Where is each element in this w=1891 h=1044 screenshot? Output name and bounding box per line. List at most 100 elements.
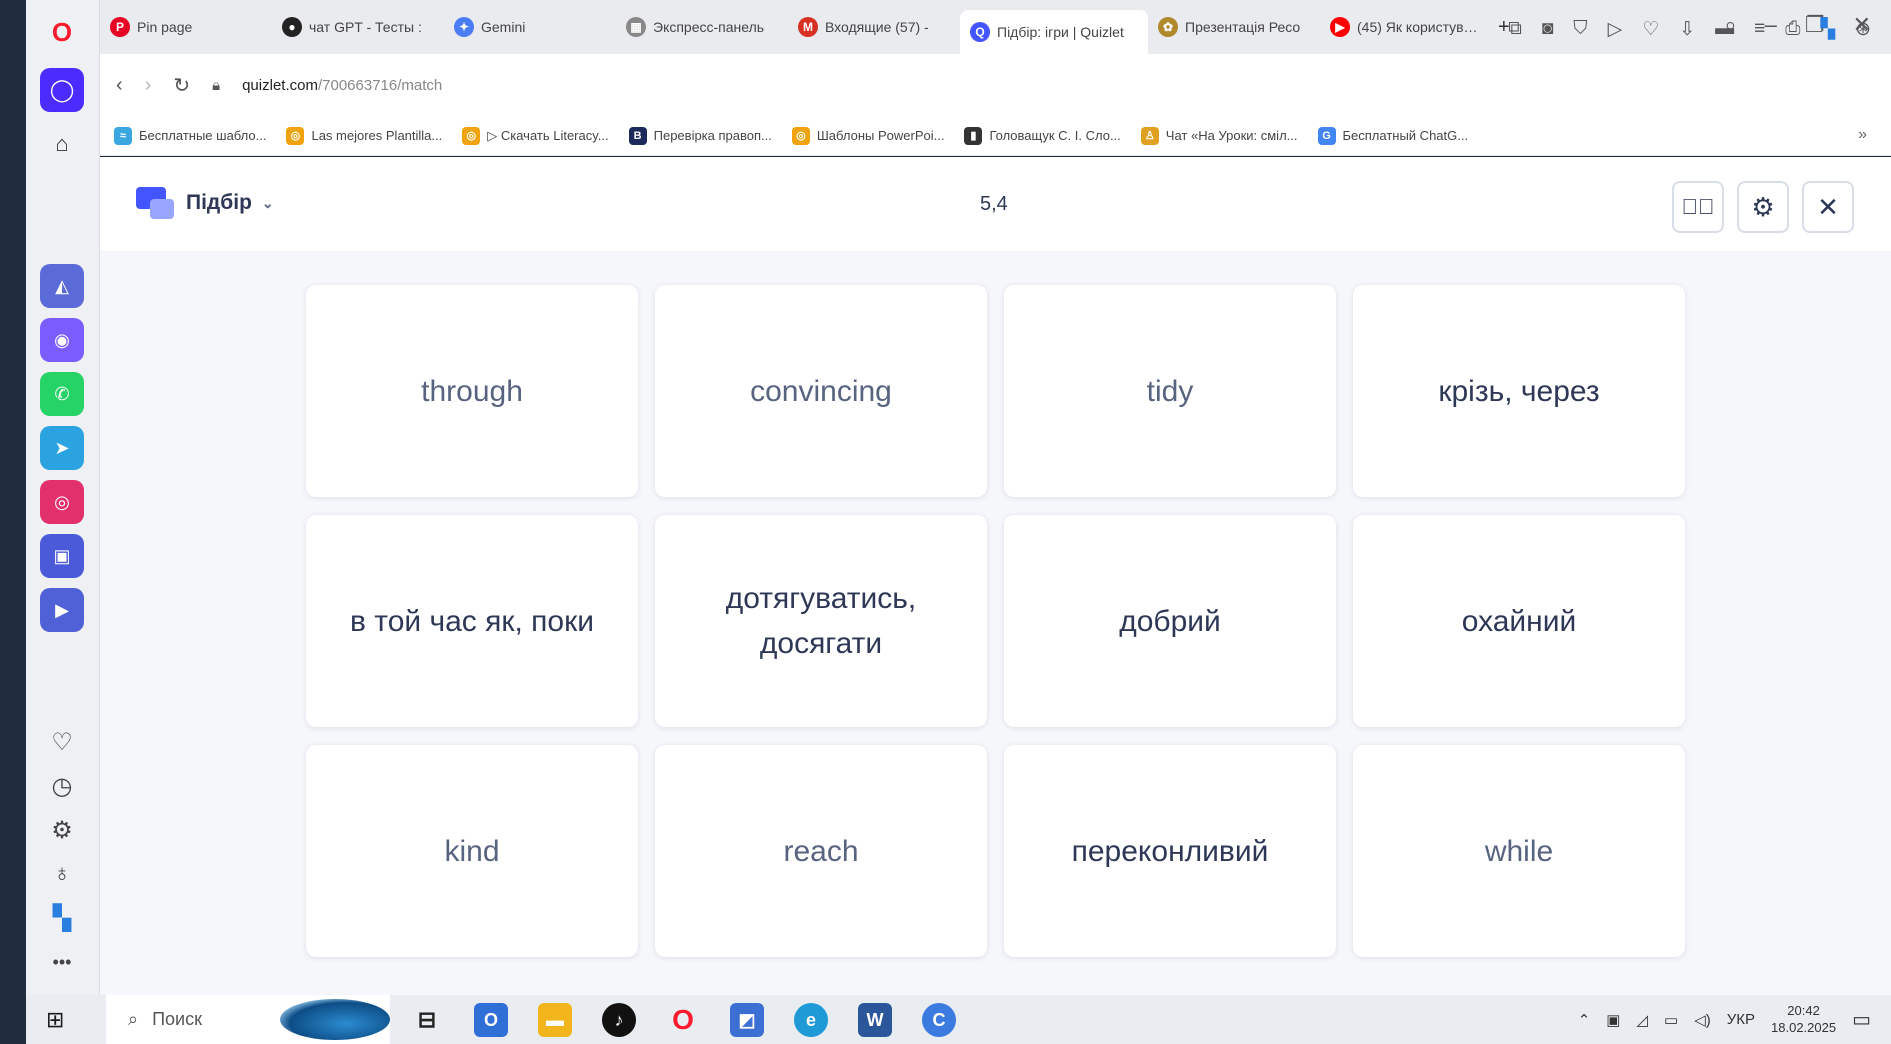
match-card[interactable]: в той час як, поки — [306, 515, 638, 727]
outlook-icon[interactable]: O — [474, 1003, 508, 1037]
match-card[interactable]: through — [306, 285, 638, 497]
match-card-text: convincing — [750, 374, 892, 408]
tab-label: Pin page — [137, 19, 193, 35]
bookmarks-more-icon[interactable]: » — [1858, 126, 1867, 144]
home-icon[interactable]: ⌂ — [40, 122, 84, 166]
instagram-icon[interactable]: ◎ — [40, 480, 84, 524]
snapshot-icon[interactable]: ⎙ — [1785, 18, 1800, 41]
player-icon[interactable]: ▶ — [40, 588, 84, 632]
share-icon[interactable]: ⧉ — [1508, 18, 1522, 41]
sound-off-icon: ✕⃠ — [1681, 194, 1715, 219]
file-explorer-icon[interactable]: ▬ — [538, 1003, 572, 1037]
match-card[interactable]: дотягуватись, досягати — [655, 515, 987, 727]
reload-icon[interactable]: ↻ — [173, 73, 190, 98]
battery-icon[interactable]: ▬ — [1715, 18, 1734, 41]
heart-icon[interactable]: ♡ — [40, 720, 84, 764]
bookmark-7[interactable]: G Бесплатный ChatG... — [1317, 126, 1468, 145]
settings-icon[interactable]: ⚙ — [40, 808, 84, 852]
gemini-icon: ✦ — [454, 17, 474, 37]
match-card[interactable]: охайний — [1353, 515, 1685, 727]
mode-dropdown[interactable]: Підбір ⌄ — [136, 185, 274, 221]
match-card[interactable]: while — [1353, 745, 1685, 957]
search-placeholder: Поиск — [152, 1009, 202, 1029]
tips-icon[interactable]: ♁ — [40, 852, 84, 896]
whatsapp-icon[interactable]: ✆ — [40, 372, 84, 416]
tab-7[interactable]: ▶ (45) Як користувати — [1320, 7, 1492, 47]
match-card[interactable]: добрий — [1004, 515, 1336, 727]
bookmark-1[interactable]: ◎ Las mejores Plantilla... — [286, 126, 443, 145]
bookmark-favicon-icon: ◎ — [286, 126, 305, 145]
volume-icon[interactable]: ◁) — [1694, 1011, 1711, 1029]
match-card[interactable]: tidy — [1004, 285, 1336, 497]
tab-2[interactable]: ✦ Gemini — [444, 7, 616, 47]
tab-0[interactable]: P Pin page — [100, 7, 272, 47]
camera-icon[interactable]: ◙ — [1542, 18, 1553, 41]
telegram-icon[interactable]: ➤ — [40, 426, 84, 470]
mute-button[interactable]: ✕⃠ — [1672, 181, 1724, 233]
task-view-icon[interactable]: ⊟ — [410, 1003, 444, 1037]
shield-icon[interactable]: ⛉ — [1573, 18, 1587, 41]
bookmark-favicon-icon: ≈ — [114, 126, 132, 145]
opera-taskbar-icon[interactable]: O — [666, 1003, 700, 1037]
match-card[interactable]: convincing — [655, 285, 987, 497]
menu-icon[interactable]: ≡ — [1754, 18, 1765, 41]
bookmark-label: Шаблоны PowerPoi... — [816, 128, 945, 143]
taskbar-search[interactable]: ⌕ Поиск — [106, 995, 390, 1044]
tab-1[interactable]: ● чат GPT - Тесты : — [272, 7, 444, 47]
tray-app-icon[interactable]: ▣ — [1606, 1011, 1620, 1029]
match-mode-icon — [136, 185, 176, 221]
bookmark-label: Las mejores Plantilla... — [311, 128, 443, 143]
messenger-icon[interactable]: ◉ — [40, 318, 84, 362]
play-icon[interactable]: ▷ — [1608, 18, 1623, 41]
word-icon[interactable]: W — [858, 1003, 892, 1037]
sidebar-app-1-icon[interactable]: ◭ — [40, 264, 84, 308]
tab-3[interactable]: ▦ Экспресс-панель — [616, 7, 788, 47]
match-card[interactable]: переконливий — [1004, 745, 1336, 957]
edge-icon[interactable]: e — [794, 1003, 828, 1037]
close-button[interactable]: ✕ — [1802, 181, 1854, 233]
tab-6[interactable]: ✿ Презентація Ресо — [1148, 7, 1320, 47]
tab-label: Входящие (57) - — [825, 19, 929, 35]
aria-icon[interactable]: ◯ — [40, 68, 84, 112]
app-c-icon[interactable]: C — [922, 1003, 956, 1037]
battery-tray-icon[interactable]: ▭ — [1664, 1011, 1678, 1029]
notifications-icon[interactable]: ▭ — [1852, 1007, 1871, 1032]
clock[interactable]: 20:42 18.02.2025 — [1771, 1003, 1836, 1037]
network-icon[interactable]: ◿ — [1636, 1011, 1648, 1029]
windows-start-icon[interactable]: ⊞ — [46, 1007, 64, 1033]
opera-logo-icon[interactable]: O — [40, 10, 84, 54]
match-card-text: в той час як, поки — [350, 604, 594, 638]
url-field[interactable]: quizlet.com/700663716/match — [242, 77, 442, 94]
tray-chevron-icon[interactable]: ⌃ — [1578, 1011, 1591, 1029]
extension-icon[interactable]: ▚ — [40, 896, 84, 940]
vpn-icon[interactable]: ⊛ — [1855, 18, 1871, 41]
match-card[interactable]: kind — [306, 745, 638, 957]
favorite-icon[interactable]: ♡ — [1642, 18, 1659, 41]
match-card[interactable]: крізь, через — [1353, 285, 1685, 497]
quizlet-icon: Q — [970, 22, 990, 42]
language-indicator[interactable]: УКР — [1727, 1011, 1755, 1028]
history-icon[interactable]: ◷ — [40, 764, 84, 808]
screen-edge — [0, 0, 26, 1044]
bookmark-4[interactable]: ◎ Шаблоны PowerPoi... — [791, 126, 945, 145]
bookmark-2[interactable]: ◎ ▷ Скачать Literacy... — [462, 126, 609, 145]
store-icon[interactable]: ◩ — [730, 1003, 764, 1037]
tab-label: чат GPT - Тесты : — [309, 19, 422, 35]
tiktok-icon[interactable]: ♪ — [602, 1003, 636, 1037]
match-card[interactable]: reach — [655, 745, 987, 957]
sidebar-app-2-icon[interactable]: ▣ — [40, 534, 84, 578]
more-icon[interactable]: ••• — [40, 940, 84, 984]
settings-button[interactable]: ⚙ — [1737, 181, 1789, 233]
extension-puzzle-icon[interactable]: ▚ — [1820, 18, 1835, 41]
tab-label: Підбір: ігри | Quizlet — [997, 24, 1124, 40]
bookmark-5[interactable]: ▮ Головащук С. І. Сло... — [964, 126, 1121, 145]
bookmark-6[interactable]: ♙ Чат «На Уроки: сміл... — [1140, 126, 1298, 145]
download-icon[interactable]: ⇩ — [1679, 18, 1695, 41]
tab-5[interactable]: Q Підбір: ігри | Quizlet — [960, 10, 1148, 54]
bookmark-3[interactable]: B Перевірка правоп... — [628, 126, 772, 145]
bookmark-0[interactable]: ≈ Бесплатные шабло... — [114, 126, 266, 145]
forward-icon[interactable]: › — [145, 74, 152, 97]
tab-4[interactable]: M Входящие (57) - — [788, 7, 960, 47]
back-icon[interactable]: ‹ — [116, 74, 123, 97]
match-grid: through convincing tidy крізь, через в той ч… — [306, 285, 1786, 957]
